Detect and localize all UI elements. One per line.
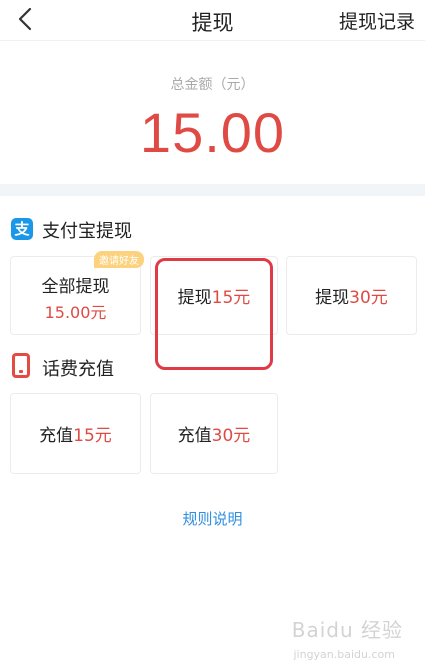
- withdraw-all-label: 全部提现: [41, 277, 110, 297]
- invite-friends-badge: 邀请好友: [94, 251, 144, 268]
- withdraw-all-amount: 15.00元: [44, 303, 107, 322]
- phone-recharge-section-title: 话费充值: [42, 359, 114, 380]
- recharge-30-amount: 30元: [211, 426, 251, 446]
- recharge-15-prefix: 充值: [39, 426, 74, 446]
- withdraw-records-link[interactable]: 提现记录: [339, 7, 415, 34]
- recharge-15-option[interactable]: 充值 15元: [10, 393, 141, 474]
- top-bar: 提现 提现记录: [0, 0, 425, 41]
- withdraw-15-option[interactable]: 提现 15元: [150, 256, 278, 335]
- withdraw-30-prefix: 提现: [315, 288, 350, 308]
- baidu-watermark: Baidu 经验: [291, 618, 403, 642]
- recharge-30-prefix: 充值: [177, 426, 212, 446]
- alipay-section-title: 支付宝提现: [42, 221, 132, 242]
- total-amount-label: 总金额（元）: [170, 77, 255, 93]
- withdraw-all-option[interactable]: 邀请好友 全部提现 15.00元: [10, 251, 144, 335]
- recharge-30-option[interactable]: 充值 30元: [150, 393, 278, 474]
- withdraw-15-prefix: 提现: [177, 288, 212, 308]
- withdraw-15-amount: 15元: [211, 288, 251, 308]
- recharge-15-amount: 15元: [73, 426, 112, 446]
- rules-link[interactable]: 规则说明: [0, 508, 425, 529]
- section-divider: [0, 184, 425, 196]
- alipay-icon: 支: [11, 218, 33, 240]
- phone-icon: [12, 353, 30, 378]
- baidu-watermark-url: jingyan.baidu.com: [293, 648, 395, 661]
- withdraw-30-option[interactable]: 提现 30元: [286, 256, 417, 335]
- total-amount-value: 15.00: [139, 101, 286, 164]
- withdraw-30-amount: 30元: [349, 288, 388, 308]
